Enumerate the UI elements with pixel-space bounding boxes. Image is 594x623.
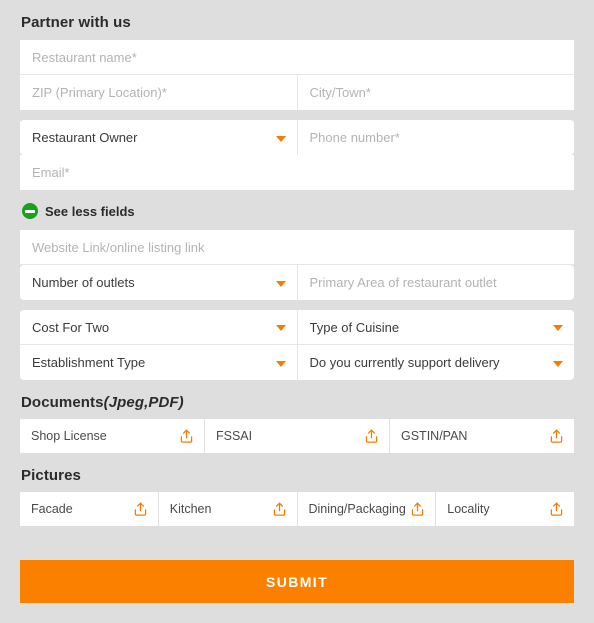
city-placeholder: City/Town* — [309, 85, 371, 100]
chevron-down-icon — [275, 280, 286, 287]
phone-input[interactable]: Phone number* — [296, 120, 574, 155]
submit-button[interactable]: SUBMIT — [20, 560, 574, 603]
upload-locality-label: Locality — [447, 502, 490, 516]
chevron-down-icon — [275, 360, 286, 367]
documents-upload-row: Shop License FSSAI GSTIN/PAN — [20, 419, 574, 453]
phone-placeholder: Phone number* — [309, 130, 400, 145]
website-input[interactable]: Website Link/online listing link — [20, 230, 574, 265]
see-less-fields-label: See less fields — [45, 203, 135, 219]
upload-fssai[interactable]: FSSAI — [204, 419, 389, 453]
cost-for-two-value: Cost For Two — [32, 319, 110, 335]
establishment-type-select[interactable]: Establishment Type — [20, 345, 297, 380]
chevron-down-icon — [275, 135, 286, 142]
upload-icon — [180, 429, 193, 443]
upload-icon — [412, 502, 424, 516]
establishment-type-value: Establishment Type — [32, 355, 146, 370]
city-input[interactable]: City/Town* — [296, 75, 574, 110]
delivery-support-value: Do you currently support delivery — [309, 355, 500, 370]
documents-heading-text: Documents — [21, 394, 104, 411]
pictures-upload-row: Facade Kitchen Dining/Packaging Locality — [20, 492, 574, 526]
upload-icon — [273, 502, 285, 516]
upload-icon — [365, 429, 378, 443]
upload-shop-license-label: Shop License — [31, 429, 107, 443]
chevron-down-icon — [275, 325, 286, 331]
upload-dining-packaging-label: Dining/Packaging — [308, 502, 406, 516]
website-row: Website Link/online listing link — [20, 230, 574, 265]
upload-kitchen[interactable]: Kitchen — [157, 492, 297, 526]
see-less-fields-toggle[interactable]: See less fields — [0, 201, 594, 221]
zip-input[interactable]: ZIP (Primary Location)* — [20, 75, 297, 110]
documents-heading: Documents(Jpeg,PDF) — [0, 394, 594, 411]
primary-area-input[interactable]: Primary Area of restaurant outlet — [296, 265, 574, 300]
outlets-value: Number of outlets — [32, 275, 135, 290]
pictures-heading: Pictures — [21, 467, 81, 484]
zip-placeholder: ZIP (Primary Location)* — [32, 85, 167, 100]
cost-cuisine-row: Cost For Two Type of Cuisine — [20, 310, 574, 345]
page-title: Partner with us — [21, 14, 131, 31]
circle-minus-icon — [22, 203, 38, 219]
upload-icon — [550, 429, 563, 443]
partner-registration-form: Partner with us Restaurant name* ZIP (Pr… — [0, 0, 594, 623]
restaurant-name-input[interactable]: Restaurant name* — [20, 40, 574, 75]
role-phone-row: Restaurant Owner Phone number* — [20, 120, 574, 155]
documents-heading-suffix: (Jpeg,PDF) — [103, 394, 184, 411]
role-value: Restaurant Owner — [32, 130, 138, 145]
upload-fssai-label: FSSAI — [216, 429, 253, 443]
chevron-down-icon — [553, 325, 563, 331]
upload-locality[interactable]: Locality — [435, 492, 574, 526]
delivery-support-select[interactable]: Do you currently support delivery — [296, 345, 574, 380]
restaurant-name-row: Restaurant name* — [20, 40, 574, 75]
upload-facade[interactable]: Facade — [20, 492, 158, 526]
chevron-down-icon — [553, 360, 563, 367]
primary-area-placeholder: Primary Area of restaurant outlet — [309, 275, 497, 290]
upload-icon — [134, 502, 146, 516]
cuisine-select[interactable]: Type of Cuisine — [296, 310, 574, 345]
email-input[interactable]: Email* — [20, 155, 574, 190]
outlets-select[interactable]: Number of outlets — [20, 265, 297, 300]
establishment-delivery-row: Establishment Type Do you currently supp… — [20, 345, 574, 380]
upload-dining-packaging[interactable]: Dining/Packaging — [296, 492, 436, 526]
upload-shop-license[interactable]: Shop License — [20, 419, 204, 453]
outlets-area-row: Number of outlets Primary Area of restau… — [20, 265, 574, 300]
upload-gstin-pan[interactable]: GSTIN/PAN — [389, 419, 574, 453]
email-placeholder: Email* — [32, 165, 70, 180]
upload-facade-label: Facade — [31, 502, 73, 516]
location-row: ZIP (Primary Location)* City/Town* — [20, 75, 574, 110]
cost-for-two-select[interactable]: Cost For Two — [20, 310, 297, 345]
restaurant-name-placeholder: Restaurant name* — [32, 49, 137, 65]
role-select[interactable]: Restaurant Owner — [20, 120, 297, 155]
email-row: Email* — [20, 155, 574, 190]
cuisine-value: Type of Cuisine — [309, 319, 400, 335]
upload-gstin-pan-label: GSTIN/PAN — [401, 429, 468, 443]
upload-kitchen-label: Kitchen — [169, 502, 212, 516]
upload-icon — [550, 502, 563, 516]
website-placeholder: Website Link/online listing link — [32, 239, 205, 255]
